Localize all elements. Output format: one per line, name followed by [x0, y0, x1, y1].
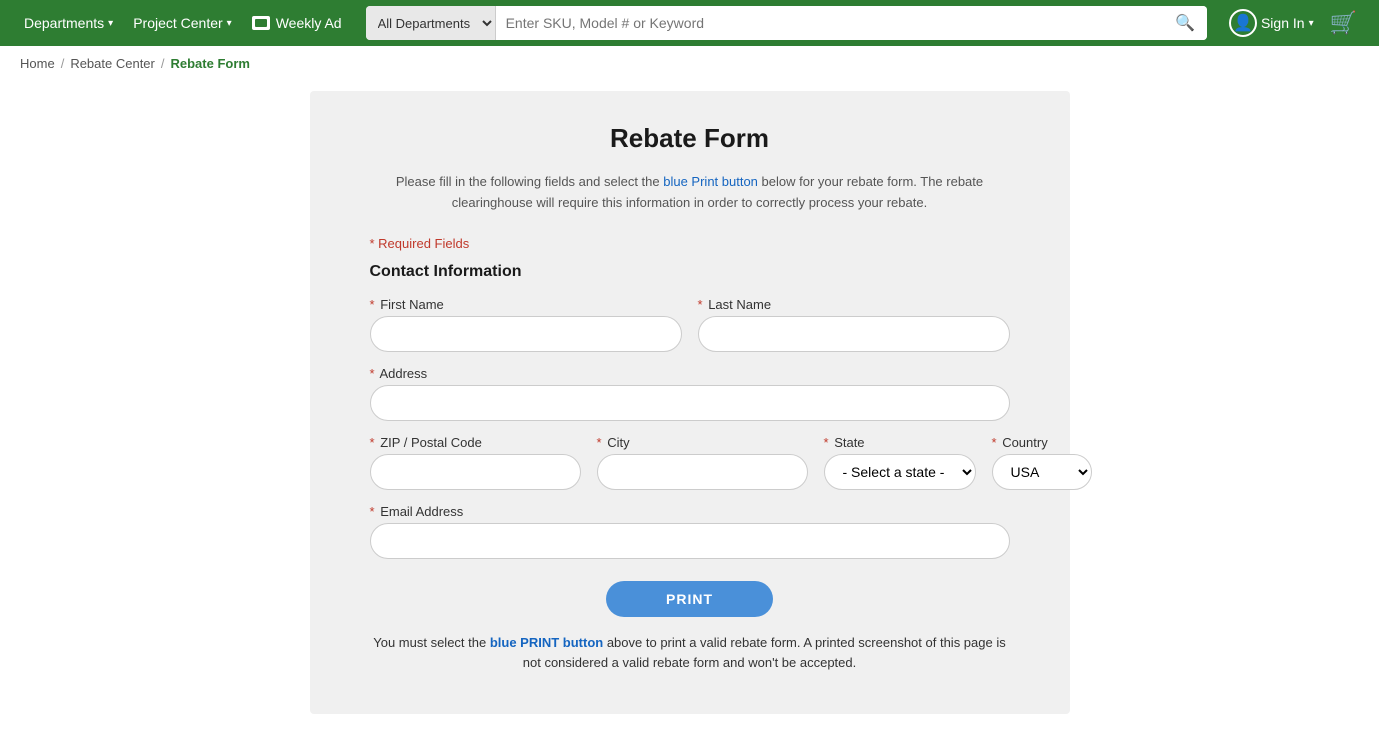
form-container: Rebate Form Please fill in the following…	[310, 91, 1070, 714]
form-subtitle-text: Please fill in the following fields and …	[396, 174, 983, 210]
name-row: * First Name * Last Name	[370, 297, 1010, 352]
search-input[interactable]	[496, 6, 1163, 40]
first-name-input[interactable]	[370, 316, 682, 352]
weekly-ad-label: Weekly Ad	[276, 15, 342, 31]
state-group: * State - Select a state - Alabama Alask…	[824, 435, 976, 490]
form-subtitle: Please fill in the following fields and …	[370, 172, 1010, 214]
weekly-ad-icon	[252, 16, 270, 30]
email-group: * Email Address	[370, 504, 1010, 559]
breadcrumb-current: Rebate Form	[171, 56, 250, 71]
print-note: You must select the blue PRINT button ab…	[370, 633, 1010, 675]
departments-nav[interactable]: Departments ▾	[16, 11, 121, 35]
state-select[interactable]: - Select a state - Alabama Alaska Arizon…	[824, 454, 976, 490]
project-center-chevron-icon: ▾	[227, 18, 232, 29]
cart-button[interactable]: 🛒	[1324, 6, 1363, 40]
first-name-label: * First Name	[370, 297, 682, 312]
email-req-star: *	[370, 504, 375, 519]
zip-group: * ZIP / Postal Code	[370, 435, 581, 490]
department-select[interactable]: All Departments Tools Electrical Plumbin…	[366, 6, 496, 40]
user-icon: 👤	[1229, 9, 1257, 37]
country-select[interactable]: USA Canada Mexico	[992, 454, 1092, 490]
location-row: * ZIP / Postal Code * City * State - Sel	[370, 435, 1010, 490]
address-req-star: *	[370, 366, 375, 381]
city-group: * City	[597, 435, 808, 490]
project-center-label: Project Center	[133, 15, 222, 31]
address-input[interactable]	[370, 385, 1010, 421]
project-center-nav[interactable]: Project Center ▾	[125, 11, 240, 35]
email-row: * Email Address	[370, 504, 1010, 559]
navbar: Departments ▾ Project Center ▾ Weekly Ad…	[0, 0, 1379, 46]
sign-in-label: Sign In	[1261, 15, 1305, 31]
blue-print-text: blue Print button	[663, 174, 758, 189]
print-button[interactable]: PRINT	[606, 581, 773, 617]
sign-in-button[interactable]: 👤 Sign In ▾	[1223, 5, 1320, 41]
breadcrumb-separator-1: /	[61, 56, 65, 71]
departments-label: Departments	[24, 15, 104, 31]
last-name-req-star: *	[698, 297, 703, 312]
city-label: * City	[597, 435, 808, 450]
address-label: * Address	[370, 366, 1010, 381]
search-button[interactable]: 🔍	[1163, 6, 1207, 40]
departments-chevron-icon: ▾	[108, 18, 113, 29]
zip-req-star: *	[370, 435, 375, 450]
required-note: * Required Fields	[370, 236, 1010, 251]
sign-in-chevron-icon: ▾	[1309, 18, 1314, 29]
country-req-star: *	[992, 435, 997, 450]
nav-right: 👤 Sign In ▾ 🛒	[1223, 5, 1363, 41]
breadcrumb-separator-2: /	[161, 56, 165, 71]
main-content: Rebate Form Please fill in the following…	[0, 81, 1379, 754]
breadcrumb-rebate-center[interactable]: Rebate Center	[70, 56, 155, 71]
zip-input[interactable]	[370, 454, 581, 490]
breadcrumb: Home / Rebate Center / Rebate Form	[0, 46, 1379, 81]
first-name-group: * First Name	[370, 297, 682, 352]
country-group: * Country USA Canada Mexico	[992, 435, 1092, 490]
blue-print-note-text: blue PRINT button	[490, 635, 603, 650]
state-req-star: *	[824, 435, 829, 450]
city-input[interactable]	[597, 454, 808, 490]
zip-label: * ZIP / Postal Code	[370, 435, 581, 450]
email-label: * Email Address	[370, 504, 1010, 519]
weekly-ad-nav[interactable]: Weekly Ad	[244, 11, 350, 35]
last-name-group: * Last Name	[698, 297, 1010, 352]
city-req-star: *	[597, 435, 602, 450]
email-input[interactable]	[370, 523, 1010, 559]
search-bar: All Departments Tools Electrical Plumbin…	[366, 6, 1207, 40]
last-name-label: * Last Name	[698, 297, 1010, 312]
section-title: Contact Information	[370, 263, 1010, 281]
address-group: * Address	[370, 366, 1010, 421]
breadcrumb-home[interactable]: Home	[20, 56, 55, 71]
state-label: * State	[824, 435, 976, 450]
country-label: * Country	[992, 435, 1092, 450]
address-row: * Address	[370, 366, 1010, 421]
last-name-input[interactable]	[698, 316, 1010, 352]
form-title: Rebate Form	[370, 123, 1010, 154]
first-name-req-star: *	[370, 297, 375, 312]
